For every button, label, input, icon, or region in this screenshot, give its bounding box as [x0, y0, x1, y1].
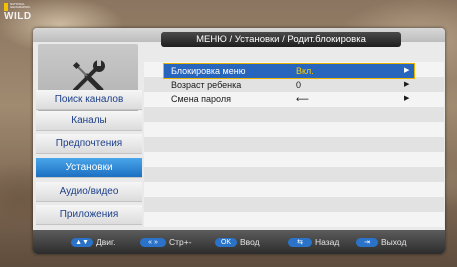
sidebar-item-label: Приложения [59, 209, 119, 220]
sidebar-item-channel-search[interactable]: Поиск каналов [36, 90, 142, 110]
sidebar-item-channels[interactable]: Каналы [36, 111, 142, 131]
list-stripe [144, 107, 444, 122]
sidebar-item-label: Аудио/видео [59, 186, 119, 197]
list-stripe [144, 152, 444, 167]
list-stripe [144, 197, 444, 212]
setting-value: 0 [296, 80, 302, 90]
hint-label: Стр+- [169, 237, 192, 247]
hint-label: Назад [315, 237, 340, 247]
setting-row-child-age[interactable]: Возраст ребенка 0 ▶ [144, 78, 444, 92]
logo-wild-text: WILD [4, 11, 32, 22]
setting-label: Блокировка меню [171, 66, 246, 76]
sidebar-item-label: Установки [65, 162, 113, 173]
arrow-right-icon: ▶ [404, 81, 410, 88]
sidebar-item-label: Предпочтения [55, 138, 123, 149]
hint-move: ▲▼ Двиг. [71, 236, 115, 248]
sidebar-item-audio-video[interactable]: Аудио/видео [36, 182, 142, 202]
settings-list: Блокировка меню Вкл. ▶ Возраст ребенка 0… [144, 62, 444, 227]
hint-label: Выход [381, 237, 407, 247]
list-stripe [144, 182, 444, 197]
arrow-right-icon: ▶ [404, 95, 410, 102]
hint-label: Ввод [240, 237, 260, 247]
menu-panel: МЕНЮ / Установки / Родит.блокировка Поис… [33, 28, 445, 254]
list-stripe [144, 122, 444, 137]
logo-brand-text: NATIONAL GEOGRAPHIC [10, 2, 31, 9]
back-key-icon: ⇆ [288, 238, 312, 248]
setting-label: Смена пароля [171, 94, 231, 104]
exit-key-icon: ⇥ [356, 238, 378, 248]
setting-row-menu-lock[interactable]: Блокировка меню Вкл. ▶ [163, 63, 415, 79]
sidebar-item-preferences[interactable]: Предпочтения [36, 134, 142, 154]
channel-logo: NATIONAL GEOGRAPHIC WILD [4, 2, 32, 22]
setting-label: Возраст ребенка [171, 80, 242, 90]
setting-value: Вкл. [296, 66, 314, 76]
list-stripe [144, 212, 444, 227]
sidebar-item-label: Каналы [71, 115, 107, 126]
enter-arrow-icon: ⟵ [296, 94, 309, 104]
hint-exit: ⇥ Выход [356, 236, 406, 248]
sidebar-item-label: Поиск каналов [54, 94, 124, 105]
hint-enter: OK Ввод [215, 236, 260, 248]
up-down-key-icon: ▲▼ [71, 238, 93, 248]
arrow-right-icon: ▶ [404, 67, 410, 74]
list-stripe [144, 137, 444, 152]
page-title: МЕНЮ / Установки / Родит.блокировка [161, 32, 401, 47]
sidebar-item-applications[interactable]: Приложения [36, 205, 142, 225]
hint-back: ⇆ Назад [288, 236, 339, 248]
hint-label: Двиг. [96, 237, 116, 247]
list-stripe [144, 167, 444, 182]
setting-row-change-password[interactable]: Смена пароля ⟵ ▶ [144, 92, 444, 106]
nat-geo-frame-icon [4, 3, 8, 11]
footer-hint-bar: ▲▼ Двиг. « » Стр+- OK Ввод ⇆ Назад ⇥ Выход [33, 230, 445, 254]
ok-key-icon: OK [215, 238, 237, 248]
page-keys-icon: « » [140, 238, 166, 248]
hint-page: « » Стр+- [140, 236, 192, 248]
sidebar-item-settings[interactable]: Установки [36, 158, 142, 178]
